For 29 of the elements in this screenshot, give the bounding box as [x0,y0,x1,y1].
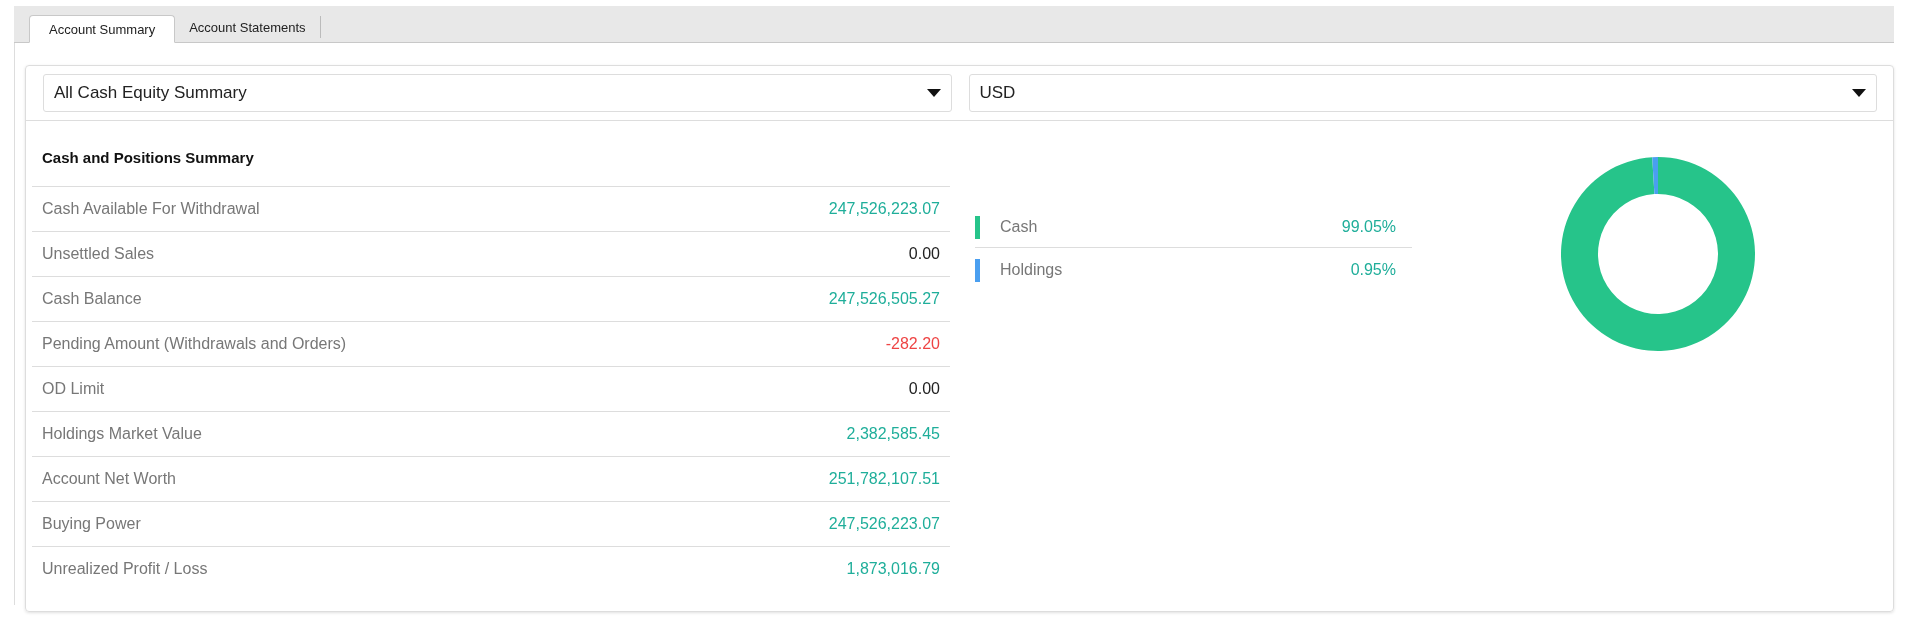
row-label: Unsettled Sales [42,245,155,263]
row-value: 0.00 [908,380,940,398]
row-label: Buying Power [42,515,141,533]
tab[interactable]: Account Statements [175,16,321,38]
row-value: 2,382,585.45 [846,425,940,443]
row-label: Pending Amount (Withdrawals and Orders) [42,335,347,353]
row-label: Unrealized Profit / Loss [42,560,208,578]
row-label: Cash Balance [42,290,142,308]
row-value: 1,873,016.79 [846,560,940,578]
dropdown[interactable]: USD [968,74,1877,112]
row-label: Cash Available For Withdrawal [42,200,260,218]
legend-value: 99.05% [1341,218,1396,236]
caret-icon [1852,89,1866,97]
row-value: -282.20 [885,335,940,353]
row-value: 247,526,505.27 [828,290,940,308]
legend-value: 0.95% [1350,261,1396,279]
row-value: 247,526,223.07 [828,515,940,533]
row-label: Account Net Worth [42,470,176,488]
dropdown[interactable]: All Cash Equity Summary [43,74,952,112]
legend-label: Cash [1000,218,1038,236]
row-value: 0.00 [908,245,940,263]
row-label: OD Limit [42,380,105,398]
row-label: Holdings Market Value [42,425,202,443]
section-title: Cash and Positions Summary [32,139,950,187]
tab[interactable]: Account Summary [29,15,176,43]
caret-icon [926,89,941,97]
legend-label: Holdings [1000,261,1063,279]
row-value: 251,782,107.51 [828,470,940,488]
row-value: 247,526,223.07 [828,200,940,218]
